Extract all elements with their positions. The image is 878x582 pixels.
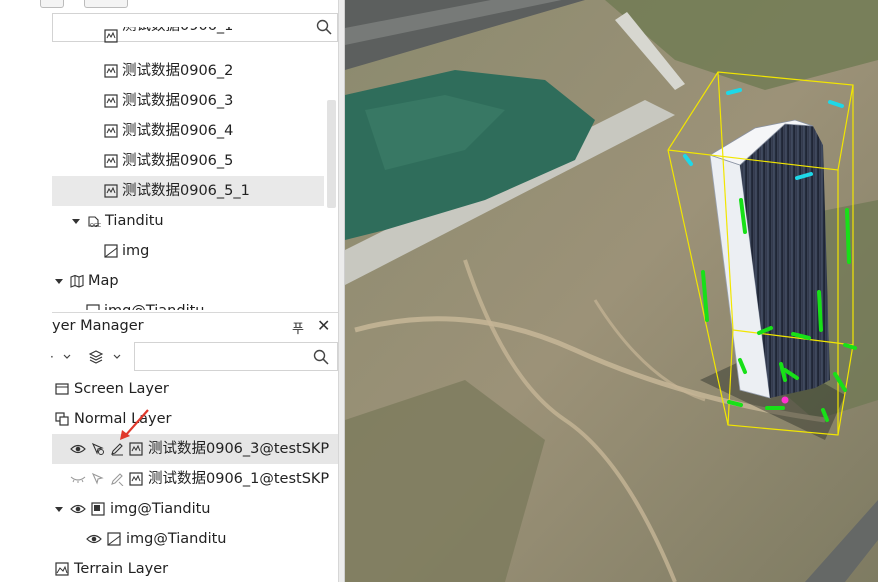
layer-item[interactable]: 测试数据0906_1@testSKP	[70, 464, 329, 494]
tree-item-dataset[interactable]: 测试数据0906_3	[104, 86, 233, 116]
layer-item[interactable]: img@Tianditu	[86, 524, 226, 554]
hidden-eye-icon[interactable]	[70, 472, 86, 486]
layer-label: img@Tianditu	[110, 501, 211, 517]
search-icon[interactable]	[313, 349, 329, 365]
layer-label: img@Tianditu	[126, 531, 227, 547]
visible-eye-icon[interactable]	[70, 442, 86, 456]
tree-item-label: 测试数据0906_2	[122, 63, 234, 79]
layer-label: 测试数据0906_3@testSKP	[148, 441, 330, 457]
normal-layer-icon	[55, 412, 69, 426]
dataset-icon	[104, 154, 118, 168]
layers-icon	[88, 350, 104, 364]
layer-search-input[interactable]	[134, 342, 338, 371]
terrain-layer-icon	[55, 562, 69, 576]
dataset-icon	[104, 64, 118, 78]
dataset-icon	[129, 442, 143, 456]
tree-item-datasource[interactable]: OGC Tianditu	[72, 206, 164, 236]
edit-disabled-icon[interactable]	[110, 472, 124, 486]
dot-icon: ·	[50, 350, 54, 364]
dataset-icon	[86, 304, 100, 310]
dataset-icon	[104, 94, 118, 108]
layer-group-screen[interactable]: Screen Layer	[55, 374, 169, 404]
layer-label: 测试数据0906_1@testSKP	[148, 471, 330, 487]
tree-item-map-folder[interactable]: Map	[55, 266, 119, 296]
dataset-icon	[104, 29, 118, 43]
selectable-icon[interactable]	[91, 442, 105, 456]
tree-item-dataset[interactable]: 测试数据0906_5	[104, 146, 233, 176]
panel-splitter[interactable]	[338, 0, 345, 582]
ogc-datasource-icon: OGC	[87, 214, 101, 228]
tree-item-map-layer[interactable]: img@Tianditu	[86, 296, 204, 310]
tree-item-dataset-selected[interactable]: 测试数据0906_5_1	[52, 176, 324, 206]
tab-stub-left[interactable]	[40, 0, 64, 8]
pin-icon[interactable]: 푸	[292, 318, 304, 337]
tree-item-label: 测试数据0906_3	[122, 93, 234, 109]
expand-caret-icon[interactable]	[72, 218, 80, 224]
visible-eye-icon[interactable]	[86, 532, 102, 546]
satellite-scene[interactable]	[345, 0, 878, 582]
chevron-down-icon	[63, 354, 71, 359]
layer-label: Screen Layer	[74, 381, 169, 397]
tree-item-label: Map	[88, 273, 119, 289]
expand-caret-icon[interactable]	[55, 278, 63, 284]
not-selectable-icon[interactable]	[91, 472, 105, 486]
layer-tool-dropdown-1[interactable]: ·	[50, 344, 72, 370]
tree-item-dataset[interactable]: 测试数据0906_2	[104, 56, 233, 86]
layer-group-normal[interactable]: Normal Layer	[55, 404, 172, 434]
layer-style-dropdown[interactable]	[88, 344, 122, 370]
pivot-point-icon[interactable]	[781, 396, 789, 404]
close-icon[interactable]: ✕	[317, 316, 330, 335]
screen-layer-icon	[55, 382, 69, 396]
tree-item-label: 测试数据0906_5_1	[122, 183, 250, 199]
svg-text:OGC: OGC	[90, 223, 101, 228]
visible-eye-icon[interactable]	[70, 502, 86, 516]
tree-item-label: img@Tianditu	[104, 296, 204, 310]
layer-label: Terrain Layer	[74, 561, 169, 577]
image-dataset-icon	[107, 532, 121, 546]
expand-caret-icon[interactable]	[55, 506, 63, 512]
tree-item-label: 测试数据0906_4	[122, 123, 234, 139]
tree-item-label: img	[122, 243, 150, 259]
dataset-icon	[129, 472, 143, 486]
dataset-icon	[104, 184, 118, 198]
tab-stub-right[interactable]	[84, 0, 128, 8]
tree-item-label: 测试数据0906_5	[122, 153, 234, 169]
dataset-icon	[104, 124, 118, 138]
layer-manager-title: yer Manager	[52, 318, 144, 334]
tree-scrollbar[interactable]	[327, 100, 336, 208]
tree-item-label: Tianditu	[105, 213, 164, 229]
workspace-panel: 测试数据0906_1 测试数据0906_2 测试数据0906_3 测试数据090…	[0, 0, 338, 582]
layer-group-terrain[interactable]: Terrain Layer	[55, 554, 168, 582]
chevron-down-icon	[113, 354, 121, 359]
tree-item-dataset[interactable]: 测试数据0906_1	[104, 27, 233, 45]
search-icon[interactable]	[316, 19, 332, 35]
tree-item-label: 测试数据0906_1	[122, 27, 233, 41]
image-dataset-icon	[104, 244, 118, 258]
map-icon	[70, 274, 84, 288]
edit-pencil-icon[interactable]	[110, 442, 124, 456]
layer-item-selected[interactable]: 测试数据0906_3@testSKP	[52, 434, 338, 464]
scene-map-view[interactable]	[345, 0, 878, 582]
tree-item-image-dataset[interactable]: img	[104, 236, 149, 266]
layer-group-image[interactable]: img@Tianditu	[55, 494, 210, 524]
red-arrow-annotation	[120, 409, 149, 440]
image-layer-group-icon	[91, 502, 105, 516]
tree-item-dataset[interactable]: 测试数据0906_4	[104, 116, 233, 146]
panel-tabs-strip	[0, 0, 338, 11]
